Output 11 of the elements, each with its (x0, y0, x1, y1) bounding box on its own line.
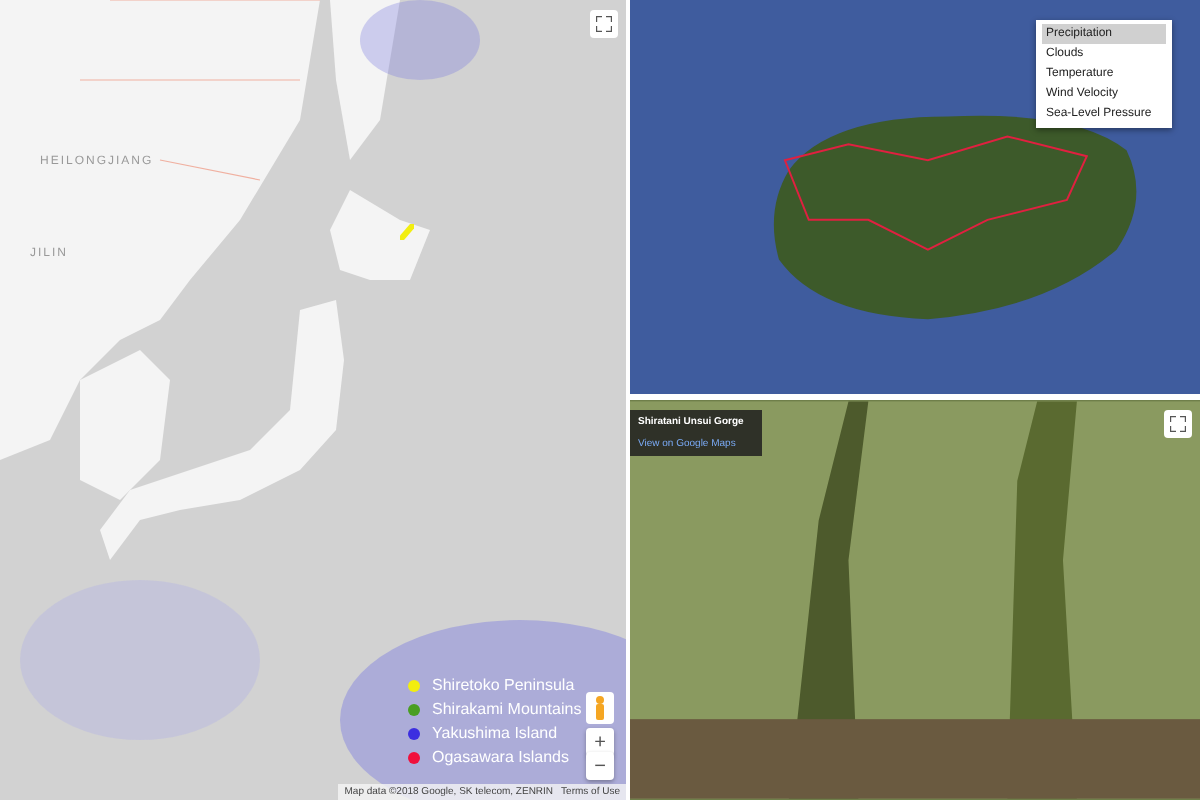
legend-label: Yakushima Island (432, 724, 558, 742)
fullscreen-button[interactable] (1164, 410, 1192, 438)
location-marker-icon (400, 224, 414, 240)
fullscreen-button[interactable] (590, 10, 618, 38)
zoom-out-button[interactable]: − (586, 752, 614, 780)
legend-label: Ogasawara Islands (432, 748, 569, 766)
fullscreen-icon (1170, 416, 1186, 432)
fullscreen-icon (596, 16, 612, 32)
legend-label: Shirakami Mountains (432, 700, 582, 718)
legend-label: Shiretoko Peninsula (432, 676, 575, 694)
pegman-icon (594, 696, 606, 720)
